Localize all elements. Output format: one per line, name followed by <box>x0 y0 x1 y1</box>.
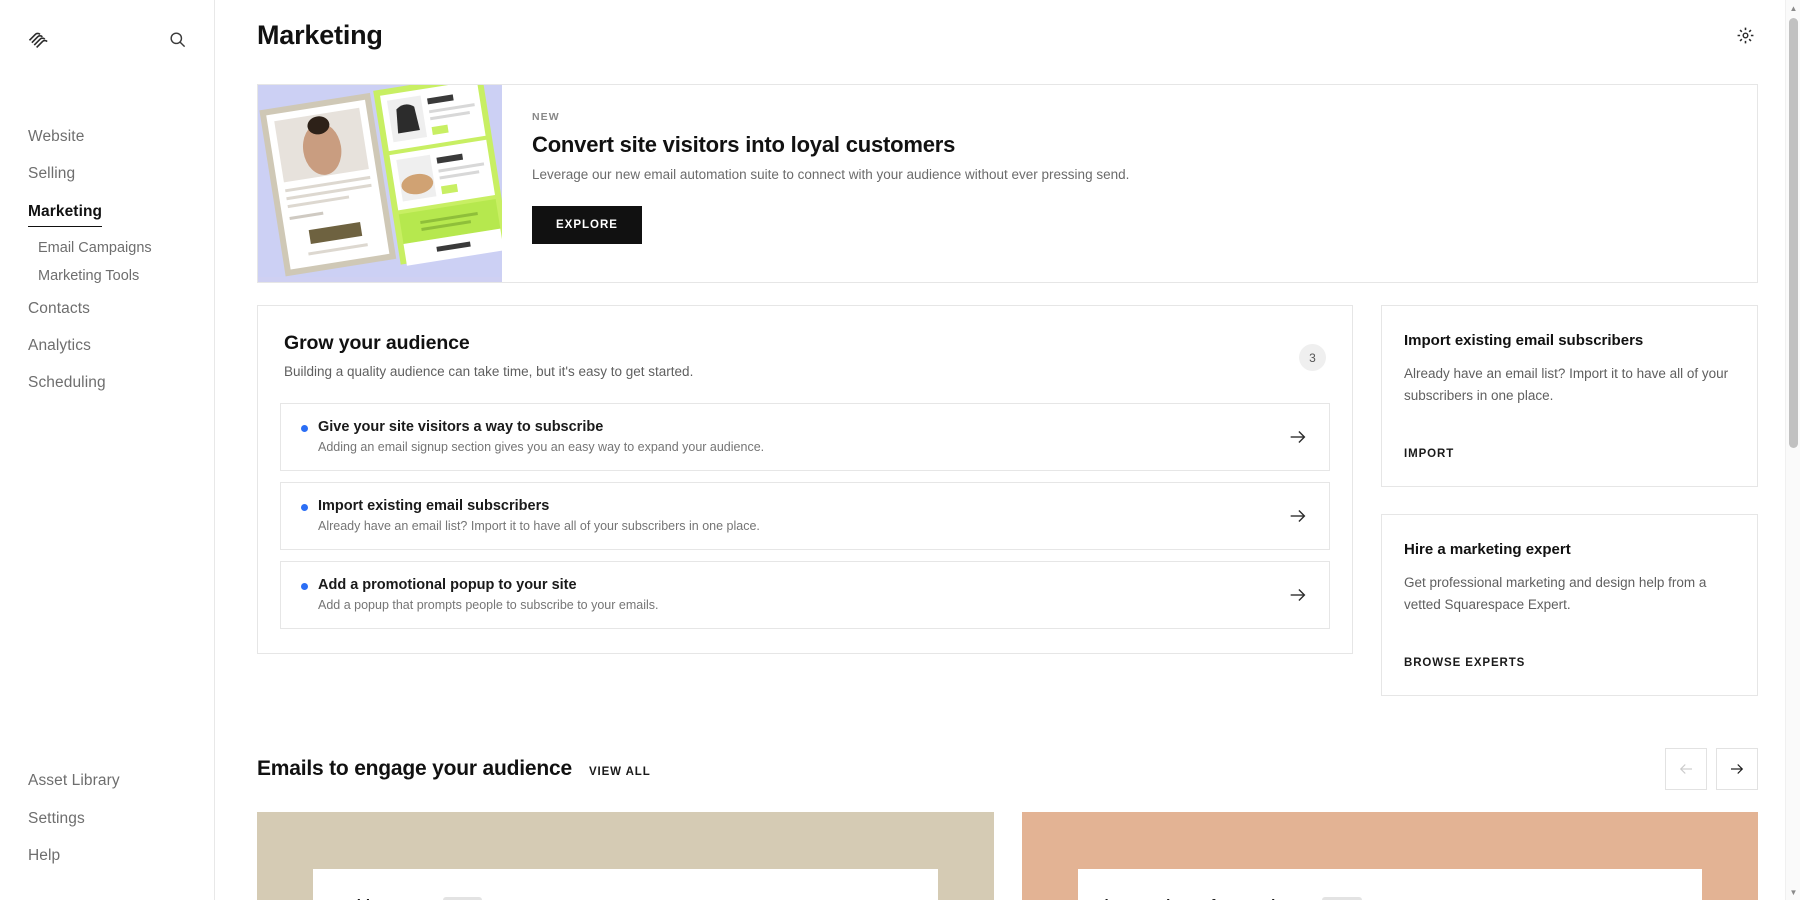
task-text: Add a promotional popup to your site Add… <box>318 577 658 612</box>
sidebar-item-label: Marketing <box>28 200 102 227</box>
sidebar: Website Selling Marketing Email Campaign… <box>0 0 215 900</box>
email-template-preview: Exciting News Inbox <box>313 869 938 900</box>
app-root: Website Selling Marketing Email Campaign… <box>0 0 1800 900</box>
task-count-badge: 3 <box>1299 344 1326 371</box>
promo-subtitle: Leverage our new email automation suite … <box>532 167 1129 182</box>
sidebar-item-label: Asset Library <box>28 772 120 789</box>
email-template-preview: Plants and pots for your home Inbox <box>1078 869 1703 900</box>
emails-section-title: Emails to engage your audience <box>257 757 572 781</box>
sidebar-top <box>0 0 214 52</box>
email-template-card[interactable]: Exciting News Inbox <box>257 812 994 900</box>
emails-header-left: Emails to engage your audience VIEW ALL <box>257 757 651 781</box>
sidebar-item-selling[interactable]: Selling <box>0 155 214 192</box>
sidebar-item-label: Help <box>28 847 60 864</box>
arrow-right-icon[interactable] <box>1287 505 1309 527</box>
promo-image <box>258 85 502 282</box>
content-area: NEW Convert site visitors into loyal cus… <box>215 84 1800 900</box>
import-link[interactable]: IMPORT <box>1404 448 1454 460</box>
browse-experts-link[interactable]: BROWSE EXPERTS <box>1404 657 1525 669</box>
carousel-nav <box>1665 748 1758 790</box>
sidebar-item-label: Contacts <box>28 300 90 317</box>
sidebar-item-label: Scheduling <box>28 374 106 391</box>
sidebar-item-settings[interactable]: Settings <box>0 800 214 837</box>
sidebar-item-analytics[interactable]: Analytics <box>0 327 214 364</box>
sidebar-item-marketing[interactable]: Marketing <box>0 193 214 234</box>
sidebar-subitem-marketing-tools[interactable]: Marketing Tools <box>0 262 214 290</box>
task-item-import[interactable]: Import existing email subscribers Alread… <box>280 482 1330 550</box>
sidebar-item-label: Analytics <box>28 337 91 354</box>
grow-audience-card: Grow your audience Building a quality au… <box>257 305 1353 654</box>
sidebar-subitem-label: Marketing Tools <box>38 268 139 284</box>
task-left: Import existing email subscribers Alread… <box>301 498 760 533</box>
sidebar-item-label: Settings <box>28 810 85 827</box>
grow-header: Grow your audience Building a quality au… <box>280 332 1330 379</box>
task-title: Add a promotional popup to your site <box>318 577 658 593</box>
sidebar-item-help[interactable]: Help <box>0 837 214 874</box>
promo-body: NEW Convert site visitors into loyal cus… <box>502 85 1159 282</box>
page-scrollbar[interactable]: ▲ ▼ <box>1785 0 1800 900</box>
scrollbar-thumb[interactable] <box>1789 18 1798 448</box>
promo-title: Convert site visitors into loyal custome… <box>532 132 1129 158</box>
main-content: Marketing <box>215 0 1800 900</box>
grow-header-text: Grow your audience Building a quality au… <box>284 332 693 379</box>
side-card-description: Already have an email list? Import it to… <box>1404 363 1735 406</box>
task-left: Give your site visitors a way to subscri… <box>301 419 764 454</box>
right-column: Import existing email subscribers Alread… <box>1381 305 1758 696</box>
email-template-carousel: Exciting News Inbox Plants and pots for … <box>257 812 1758 900</box>
task-title: Import existing email subscribers <box>318 498 760 514</box>
sidebar-nav: Website Selling Marketing Email Campaign… <box>0 118 214 402</box>
left-column: Grow your audience Building a quality au… <box>257 305 1353 654</box>
sidebar-bottom: Asset Library Settings Help <box>0 762 214 900</box>
hire-expert-card: Hire a marketing expert Get professional… <box>1381 514 1758 696</box>
side-card-description: Get professional marketing and design he… <box>1404 572 1735 615</box>
view-all-link[interactable]: VIEW ALL <box>589 766 651 778</box>
columns-wrapper: Grow your audience Building a quality au… <box>257 305 1758 696</box>
sidebar-subitem-label: Email Campaigns <box>38 240 152 256</box>
sidebar-item-website[interactable]: Website <box>0 118 214 155</box>
task-description: Adding an email signup section gives you… <box>318 440 764 454</box>
task-list: Give your site visitors a way to subscri… <box>280 403 1330 629</box>
promo-banner[interactable]: NEW Convert site visitors into loyal cus… <box>257 84 1758 283</box>
carousel-prev-button[interactable] <box>1665 748 1707 790</box>
carousel-next-button[interactable] <box>1716 748 1758 790</box>
sidebar-item-asset-library[interactable]: Asset Library <box>0 762 214 799</box>
task-text: Give your site visitors a way to subscri… <box>318 419 764 454</box>
task-description: Already have an email list? Import it to… <box>318 519 760 533</box>
task-item-popup[interactable]: Add a promotional popup to your site Add… <box>280 561 1330 629</box>
sidebar-item-scheduling[interactable]: Scheduling <box>0 364 214 401</box>
arrow-right-icon[interactable] <box>1287 426 1309 448</box>
side-card-title: Hire a marketing expert <box>1404 541 1735 558</box>
sidebar-item-label: Website <box>28 128 84 145</box>
arrow-right-icon[interactable] <box>1287 584 1309 606</box>
squarespace-logo-icon[interactable] <box>26 26 52 52</box>
page-title: Marketing <box>257 20 383 51</box>
task-item-subscribe[interactable]: Give your site visitors a way to subscri… <box>280 403 1330 471</box>
emails-section-header: Emails to engage your audience VIEW ALL <box>257 748 1758 790</box>
side-card-title: Import existing email subscribers <box>1404 332 1735 349</box>
status-dot-icon <box>301 583 308 590</box>
scroll-down-arrow-icon[interactable]: ▼ <box>1786 884 1800 900</box>
task-left: Add a promotional popup to your site Add… <box>301 577 658 612</box>
task-text: Import existing email subscribers Alread… <box>318 498 760 533</box>
task-description: Add a popup that prompts people to subsc… <box>318 598 658 612</box>
task-title: Give your site visitors a way to subscri… <box>318 419 764 435</box>
explore-button[interactable]: EXPLORE <box>532 206 642 244</box>
import-subscribers-card: Import existing email subscribers Alread… <box>1381 305 1758 487</box>
grow-subtitle: Building a quality audience can take tim… <box>284 364 693 379</box>
gear-icon[interactable] <box>1732 23 1758 49</box>
grow-title: Grow your audience <box>284 332 693 355</box>
promo-kicker: NEW <box>532 111 1129 123</box>
sidebar-subitem-email-campaigns[interactable]: Email Campaigns <box>0 234 214 262</box>
status-dot-icon <box>301 504 308 511</box>
page-header: Marketing <box>215 0 1800 51</box>
search-icon[interactable] <box>166 28 188 50</box>
sidebar-item-label: Selling <box>28 165 75 182</box>
email-template-card[interactable]: Plants and pots for your home Inbox <box>1022 812 1759 900</box>
status-dot-icon <box>301 425 308 432</box>
scroll-up-arrow-icon[interactable]: ▲ <box>1786 0 1800 16</box>
sidebar-item-contacts[interactable]: Contacts <box>0 290 214 327</box>
